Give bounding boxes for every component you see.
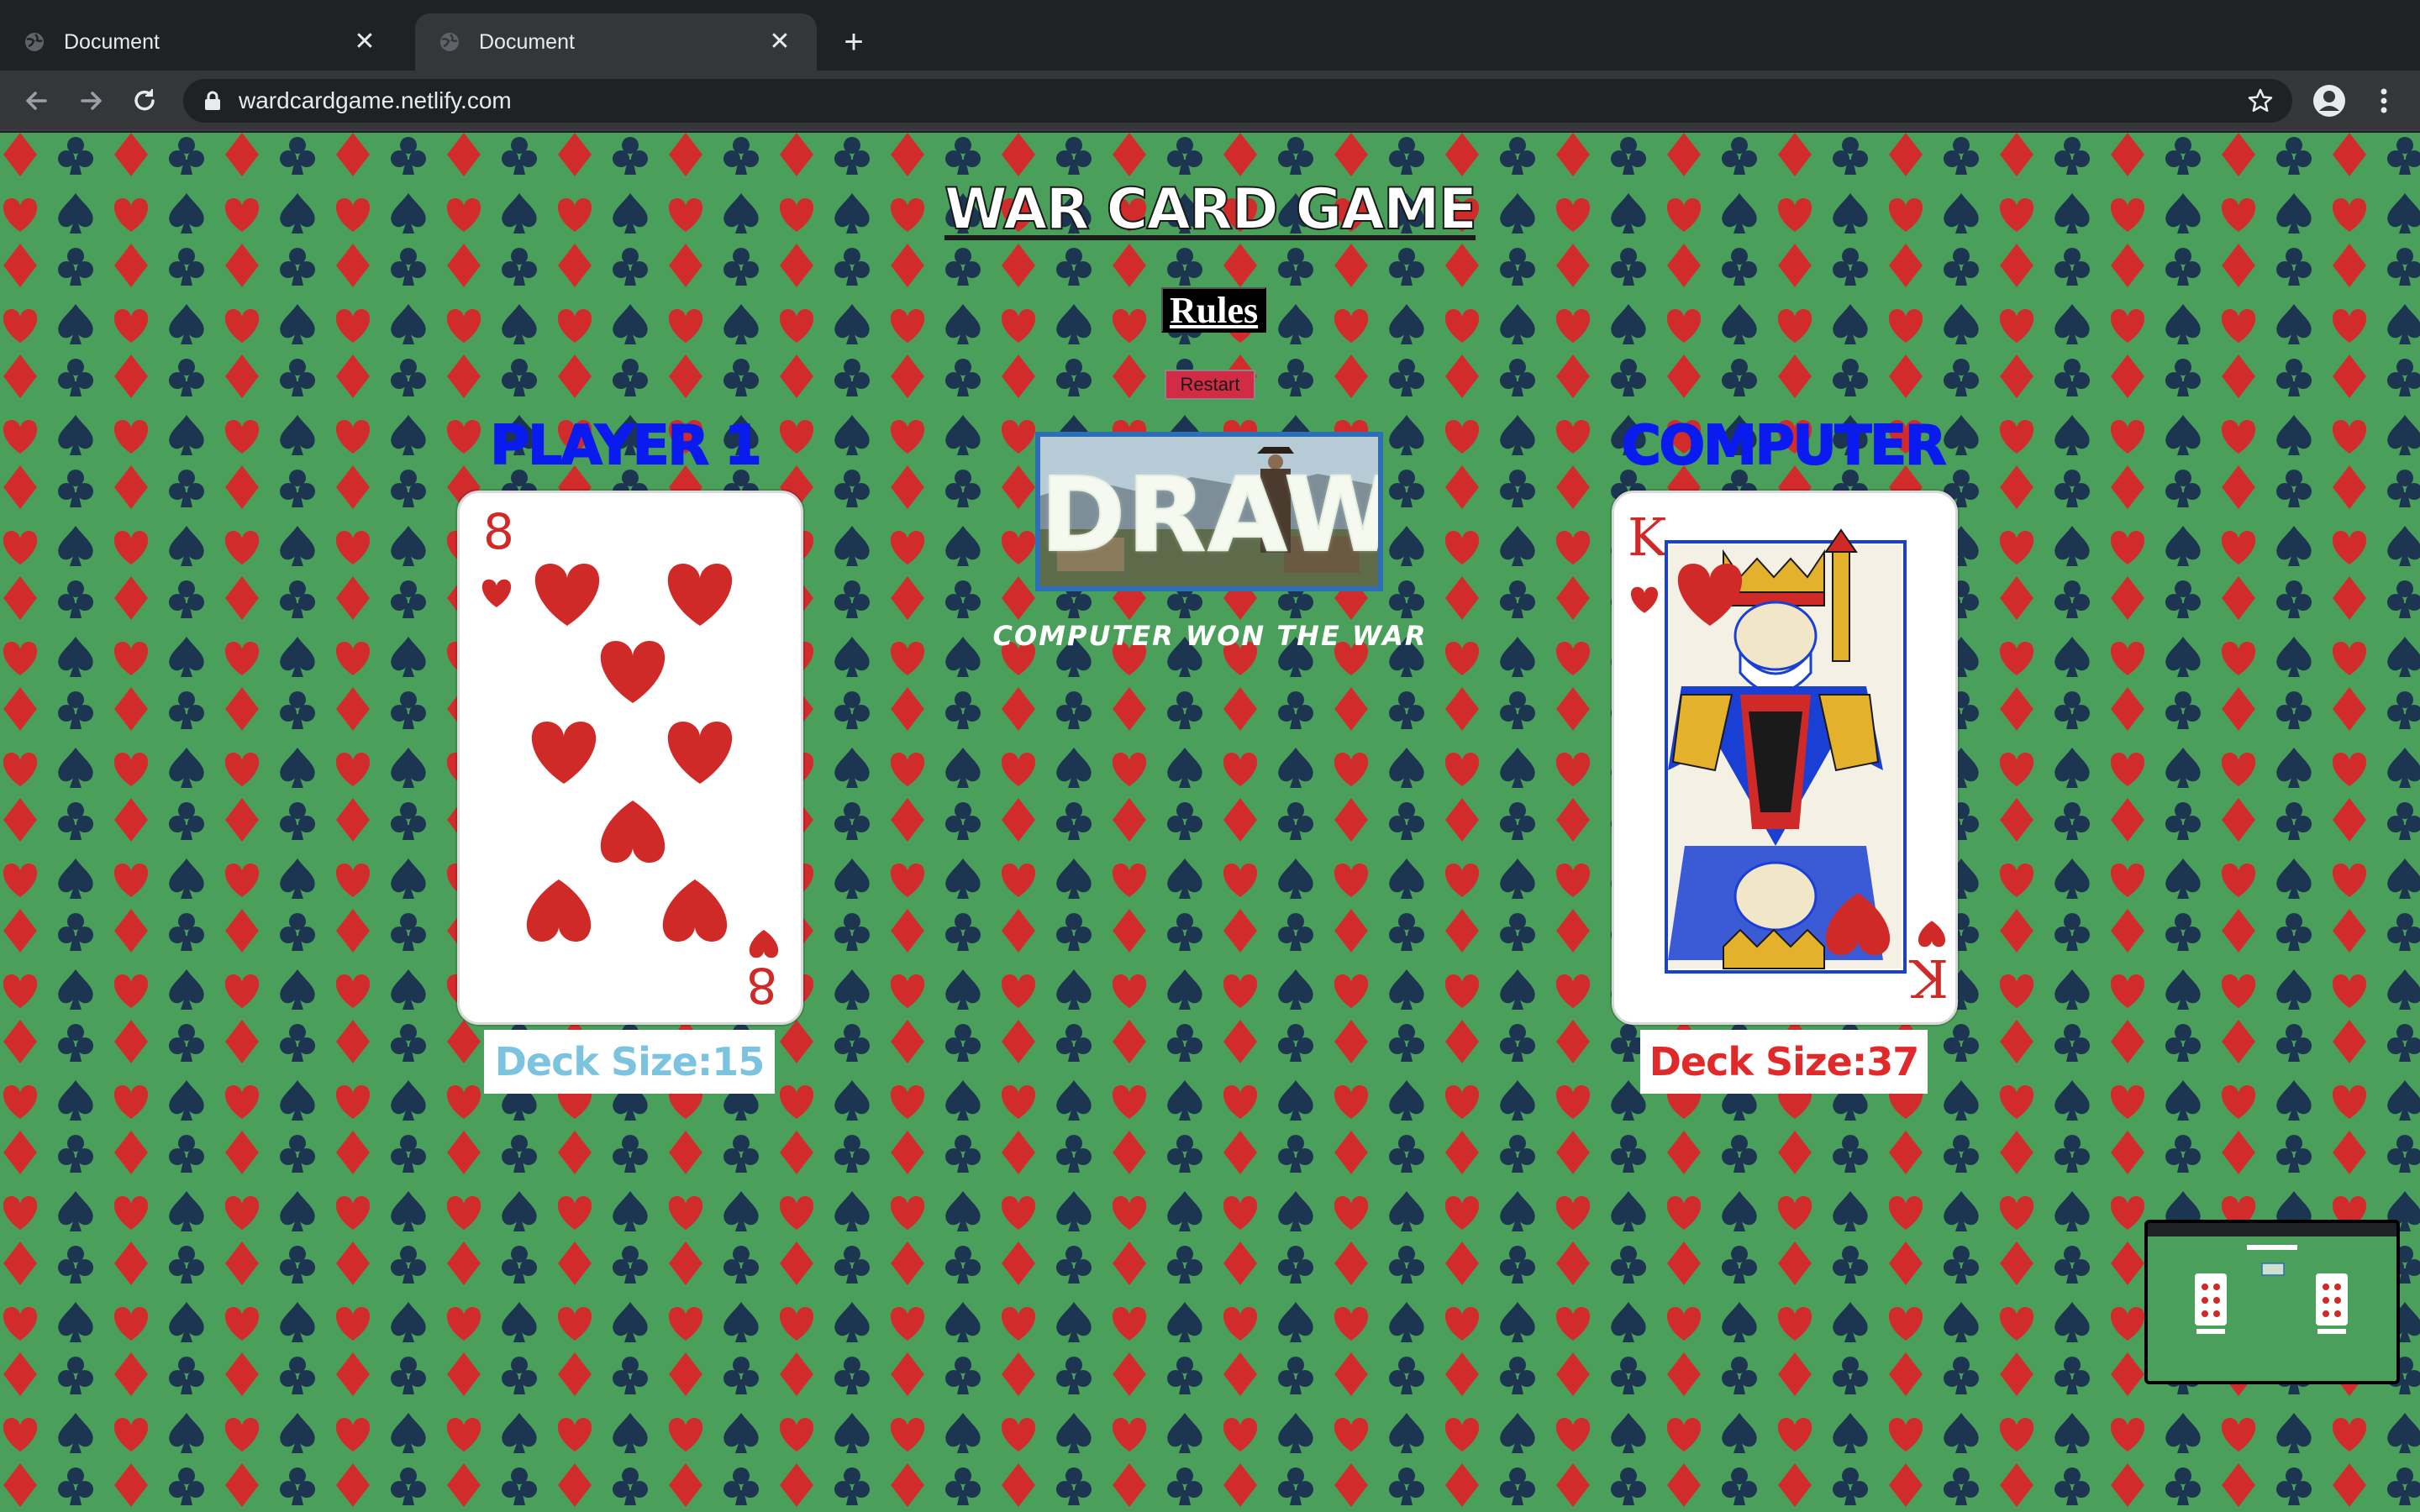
computer-deck-size: Deck Size:37 [1640, 1030, 1928, 1094]
url-text: wardcardgame.netlify.com [239, 87, 512, 113]
close-tab-icon[interactable]: ✕ [766, 29, 793, 55]
tab-title: Document [479, 29, 575, 54]
back-arrow-icon[interactable] [20, 84, 54, 118]
profile-avatar-icon[interactable] [2312, 84, 2346, 118]
screenshot-thumbnail[interactable] [2144, 1220, 2400, 1384]
card-rank: 8 [483, 503, 514, 560]
globe-icon [25, 33, 44, 51]
thumbnail-preview [2148, 1223, 2396, 1381]
computer-card: K K [1612, 491, 1958, 1025]
new-tab-icon[interactable]: + [837, 25, 871, 59]
browser-menu-icon[interactable] [2371, 84, 2396, 118]
bookmark-star-icon[interactable] [2247, 87, 2274, 114]
player-label: PLAYER 1 [489, 414, 762, 478]
browser-tab[interactable]: Document ✕ [0, 13, 402, 71]
browser-tab-bar: Document ✕ Document ✕ + [0, 0, 2420, 71]
forward-arrow-icon[interactable] [74, 84, 108, 118]
card-rank-inverted: K [1908, 948, 1949, 1009]
rules-button[interactable]: Rules [1161, 287, 1267, 333]
war-status-message: COMPUTER WON THE WAR [992, 620, 1428, 652]
computer-deck-size-text: Deck Size:37 [1649, 1039, 1920, 1084]
restart-button[interactable]: Restart [1165, 370, 1255, 400]
globe-icon [440, 33, 459, 51]
tab-title: Document [64, 29, 160, 54]
player-deck-size: Deck Size:15 [484, 1030, 775, 1094]
player-card: 8 8 [457, 491, 803, 1025]
close-tab-icon[interactable]: ✕ [351, 29, 378, 55]
reload-icon[interactable] [128, 84, 161, 118]
king-of-hearts-card: K K [1628, 507, 1949, 1009]
eight-of-hearts-card: 8 8 [481, 503, 779, 1014]
card-suits-background [0, 133, 2420, 1512]
address-bar[interactable]: wardcardgame.netlify.com [183, 79, 2292, 123]
browser-tab-active[interactable]: Document ✕ [415, 13, 817, 71]
game-title: WAR CARD GAME [944, 176, 1478, 244]
draw-label: DRAW [1040, 454, 1383, 575]
card-rank: K [1628, 507, 1668, 568]
card-rank-inverted: 8 [746, 957, 777, 1014]
lock-icon [205, 91, 220, 110]
game-page: WAR CARD GAME Rules Restart PLAYER 1 8 8… [0, 133, 2420, 1512]
player-deck-size-text: Deck Size:15 [494, 1039, 765, 1084]
browser-toolbar: wardcardgame.netlify.com [0, 71, 2420, 131]
computer-label: COMPUTER [1621, 414, 1948, 478]
draw-button[interactable]: DRAW [1035, 432, 1383, 591]
